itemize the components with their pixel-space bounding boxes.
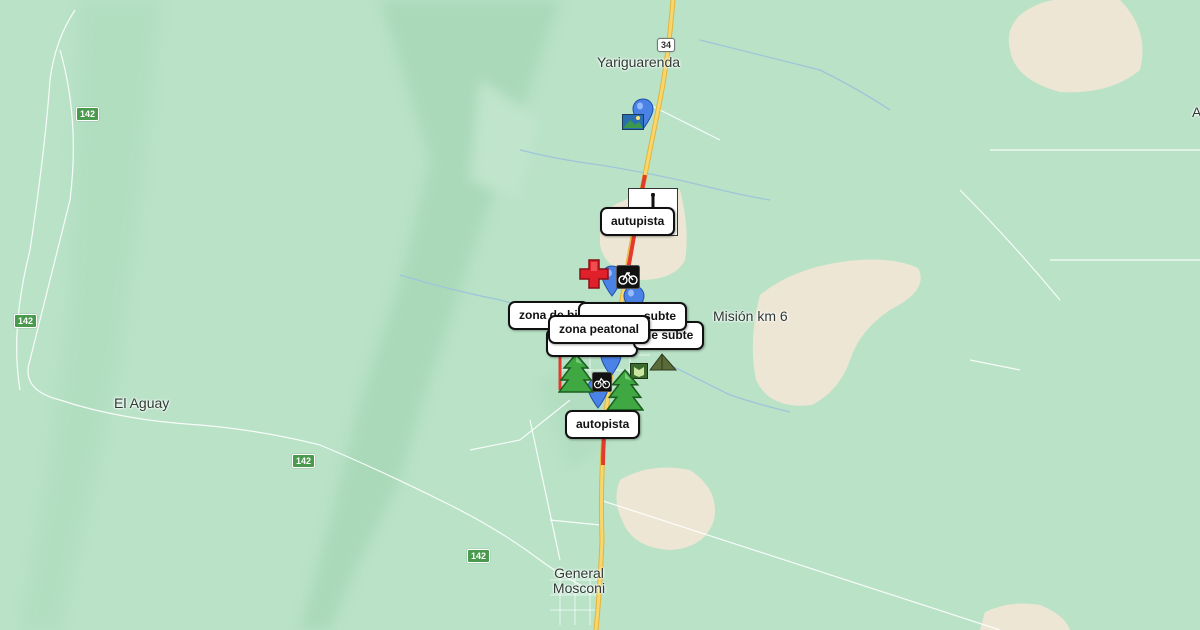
route-142-shield: 142 [467,549,491,563]
place-label-edge: A [1192,104,1200,120]
callout-autopista-bottom[interactable]: autopista [565,410,641,439]
bicycle-icon[interactable] [616,265,640,289]
tree-icon[interactable] [558,352,594,394]
place-label-el-aguay[interactable]: El Aguay [114,396,169,411]
tent-icon[interactable] [648,350,678,372]
callout-autopista-top[interactable]: autupista [600,207,676,236]
route-142-shield: 142 [76,107,100,121]
route-142-shield: 142 [14,314,38,328]
callout-zona-peatonal[interactable]: zona peatonal [548,315,651,344]
tree-icon[interactable] [606,368,644,412]
route-142-shield: 142 [292,454,316,468]
place-label-yariguarenda[interactable]: Yariguarenda [597,55,680,70]
place-label-mision-km6[interactable]: Misión km 6 [713,309,788,324]
route-34-shield: 34 [657,38,676,52]
red-cross-icon[interactable] [578,258,610,290]
map-canvas[interactable]: 34 142 142 142 142 Yariguarenda Misión k… [0,0,1200,630]
photo-icon[interactable] [622,114,644,130]
place-label-general-mosconi[interactable]: General Mosconi [548,566,610,596]
